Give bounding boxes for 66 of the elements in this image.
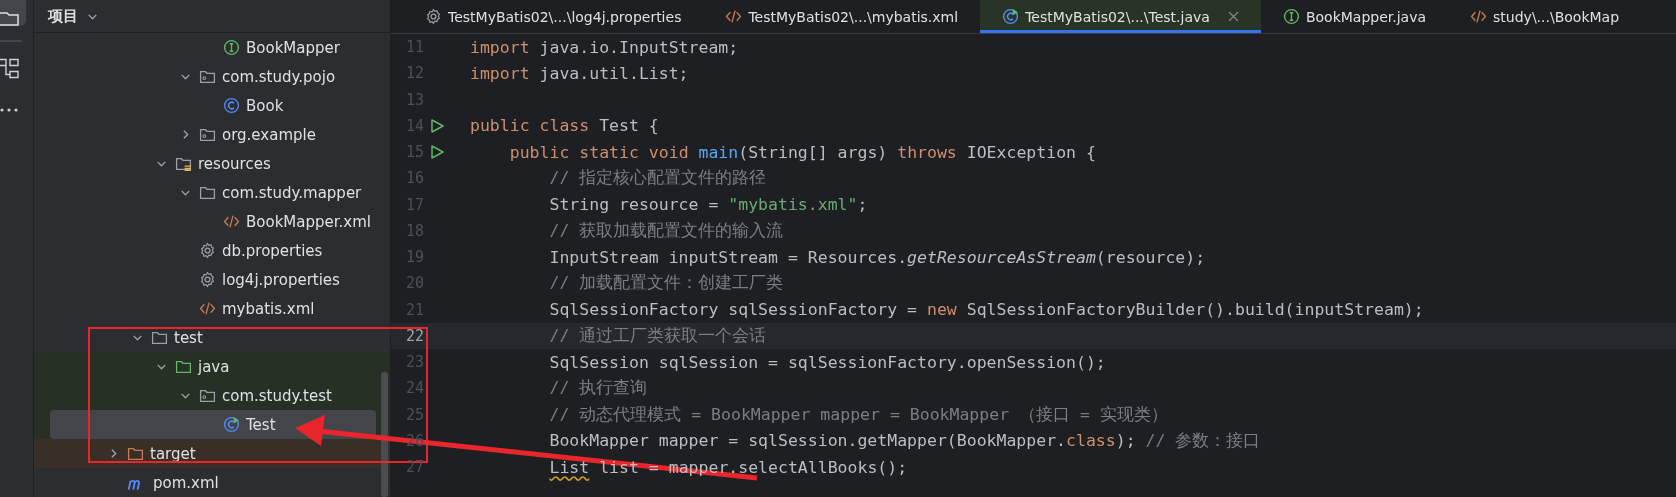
code-line: // 加载配置文件：创建工厂类 bbox=[548, 272, 784, 295]
line-number: 22 bbox=[404, 326, 424, 345]
tree-item[interactable]: Test bbox=[246, 415, 276, 434]
folder-icon bbox=[0, 12, 20, 26]
code-line: // 动态代理模式 = BookMapper mapper = BookMapper （接口 = 实现类） bbox=[548, 403, 1168, 426]
tree-item[interactable]: BookMapper.xml bbox=[246, 212, 371, 231]
test-class-icon bbox=[1002, 8, 1020, 25]
xml-icon bbox=[223, 213, 240, 230]
resources-folder-icon bbox=[175, 155, 192, 172]
editor-tab[interactable]: TestMyBatis02\...\Test.java bbox=[980, 0, 1261, 33]
package-icon bbox=[199, 126, 216, 143]
project-tool-button[interactable] bbox=[0, 0, 26, 26]
tree-item[interactable]: pom.xml bbox=[153, 473, 219, 492]
class-icon bbox=[223, 97, 240, 114]
test-class-icon bbox=[223, 416, 240, 433]
editor-tab[interactable]: TestMyBatis02\...\log4j.properties bbox=[403, 0, 704, 33]
tree-item[interactable]: com.study.pojo bbox=[222, 67, 336, 86]
folder-icon bbox=[127, 445, 144, 462]
xml-icon bbox=[199, 300, 216, 317]
gear-icon bbox=[425, 8, 442, 25]
gear-icon bbox=[199, 242, 216, 259]
tree-item[interactable]: test bbox=[174, 328, 203, 347]
code-line: // 通过工厂类获取一个会话 bbox=[548, 324, 767, 347]
line-number: 27 bbox=[404, 458, 424, 477]
xml-icon bbox=[1470, 8, 1488, 25]
interface-icon bbox=[1282, 8, 1300, 25]
tree-item[interactable]: com.study.mapper bbox=[222, 183, 362, 202]
structure-icon[interactable] bbox=[0, 58, 19, 80]
tree-item[interactable]: org.example bbox=[222, 125, 316, 144]
code-line: // 获取加载配置文件的输入流 bbox=[548, 219, 784, 242]
xml-icon bbox=[725, 8, 743, 25]
code-line: SqlSession sqlSession = sqlSessionFactory.openSession(); bbox=[548, 352, 1106, 372]
tree-item[interactable]: mybatis.xml bbox=[222, 299, 315, 318]
code-line: public class Test { bbox=[469, 116, 659, 136]
run-icon[interactable] bbox=[429, 144, 445, 161]
tree-item[interactable]: resources bbox=[198, 154, 271, 173]
code-line: BookMapper mapper = sqlSession.getMapper(BookMapper.class); // 参数：接口 bbox=[548, 429, 1261, 452]
more-icon[interactable] bbox=[0, 108, 18, 112]
run-icon[interactable] bbox=[429, 117, 445, 134]
tree-item[interactable]: target bbox=[150, 444, 196, 463]
tree-item[interactable]: Book bbox=[246, 96, 284, 115]
folder-icon bbox=[175, 358, 192, 375]
code-line: InputStream inputStream = Resources.getResourceAsStream(resource); bbox=[548, 247, 1206, 267]
code-line: String resource = "mybatis.xml"; bbox=[548, 195, 868, 215]
tree-item[interactable]: BookMapper bbox=[246, 38, 340, 57]
code-line: // 执行查询 bbox=[548, 377, 648, 400]
package-icon bbox=[199, 387, 216, 404]
folder-icon bbox=[199, 184, 216, 201]
editor-tab[interactable]: TestMyBatis02\...\mybatis.xml bbox=[703, 0, 981, 33]
tree-item[interactable]: log4j.properties bbox=[222, 270, 340, 289]
code-line: // 指定核心配置文件的路径 bbox=[548, 167, 767, 190]
scrollbar[interactable] bbox=[381, 372, 388, 497]
close-icon[interactable] bbox=[1227, 11, 1239, 22]
panel-title[interactable]: 项目 bbox=[48, 6, 78, 26]
package-icon bbox=[199, 68, 216, 85]
tree-item[interactable]: db.properties bbox=[222, 241, 323, 260]
code-line: import java.io.InputStream; bbox=[469, 37, 739, 57]
folder-icon bbox=[151, 329, 168, 346]
editor-tab[interactable]: BookMapper.java bbox=[1260, 0, 1449, 33]
tree-item[interactable]: java bbox=[198, 357, 230, 376]
gear-icon bbox=[199, 271, 216, 288]
interface-icon bbox=[223, 39, 240, 56]
code-line: SqlSessionFactory sqlSessionFactory = new SqlSessionFactoryBuilder().build(inputStream); bbox=[548, 300, 1424, 320]
code-line: public static void main(String[] args) throws IOException { bbox=[508, 142, 1096, 162]
code-line: import java.util.List; bbox=[469, 63, 689, 83]
editor-tab[interactable]: study\...\BookMap bbox=[1448, 0, 1642, 33]
